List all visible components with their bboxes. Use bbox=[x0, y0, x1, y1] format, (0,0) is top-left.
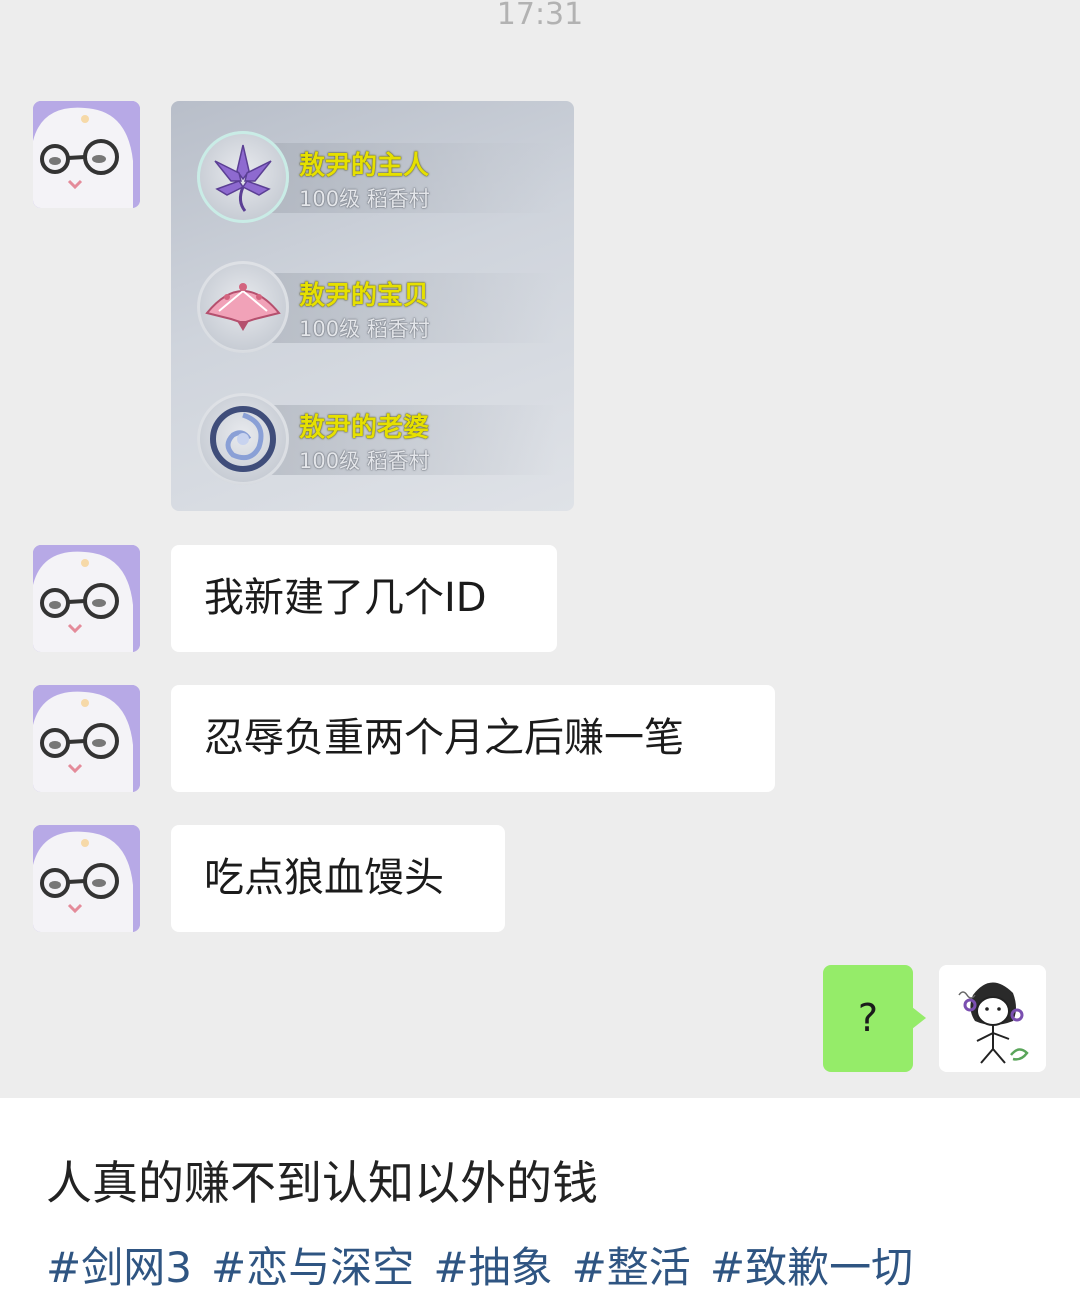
post-caption: 人真的赚不到认知以外的钱 bbox=[46, 1156, 598, 1210]
hashtag-list: #剑网3 #恋与深空 #抽象 #整活 #致歉一切 bbox=[46, 1240, 927, 1296]
sketch-girl-avatar-icon bbox=[939, 965, 1046, 1072]
glasses-character-avatar-icon bbox=[33, 825, 140, 932]
glasses-character-avatar-icon bbox=[33, 685, 140, 792]
message-timestamp: 17:31 bbox=[496, 0, 584, 32]
hashtag-link[interactable]: #整活 bbox=[572, 1240, 691, 1296]
character-entry: 敖尹的老婆 100级 稻香村 bbox=[197, 393, 557, 488]
fan-emblem-icon bbox=[197, 261, 289, 353]
sender-avatar[interactable] bbox=[33, 101, 140, 208]
sender-avatar[interactable] bbox=[33, 545, 140, 652]
character-entry: 敖尹的主人 100级 稻香村 bbox=[197, 131, 557, 226]
hashtag-link[interactable]: #剑网3 bbox=[46, 1240, 192, 1296]
character-entry: 敖尹的宝贝 100级 稻香村 bbox=[197, 261, 557, 356]
hashtag-link[interactable]: #抽象 bbox=[433, 1240, 552, 1296]
character-name: 敖尹的宝贝 bbox=[299, 281, 430, 311]
swirl-emblem-icon bbox=[197, 393, 289, 485]
character-level-location: 100级 稻香村 bbox=[299, 187, 430, 211]
glasses-character-avatar-icon bbox=[33, 545, 140, 652]
chat-area: 17:31 敖尹的主人 100级 稻香村 敖尹的宝贝 100级 稻香村 敖尹的老… bbox=[0, 0, 1080, 1098]
own-avatar[interactable] bbox=[939, 965, 1046, 1072]
character-level-location: 100级 稻香村 bbox=[299, 317, 430, 341]
sender-avatar[interactable] bbox=[33, 825, 140, 932]
message-bubble[interactable]: 我新建了几个ID bbox=[171, 545, 557, 652]
character-level-location: 100级 稻香村 bbox=[299, 449, 430, 473]
lotus-emblem-icon bbox=[197, 131, 289, 223]
message-bubble[interactable]: 吃点狼血馒头 bbox=[171, 825, 505, 932]
hashtag-link[interactable]: #恋与深空 bbox=[211, 1240, 414, 1296]
own-message-bubble[interactable]: ? bbox=[823, 965, 926, 1072]
glasses-character-avatar-icon bbox=[33, 101, 140, 208]
game-screenshot-image[interactable]: 敖尹的主人 100级 稻香村 敖尹的宝贝 100级 稻香村 敖尹的老婆 100级… bbox=[171, 101, 574, 511]
message-bubble[interactable]: 忍辱负重两个月之后赚一笔 bbox=[171, 685, 775, 792]
sender-avatar[interactable] bbox=[33, 685, 140, 792]
hashtag-link[interactable]: #致歉一切 bbox=[710, 1240, 913, 1296]
character-name: 敖尹的主人 bbox=[299, 151, 430, 181]
character-name: 敖尹的老婆 bbox=[299, 413, 430, 443]
